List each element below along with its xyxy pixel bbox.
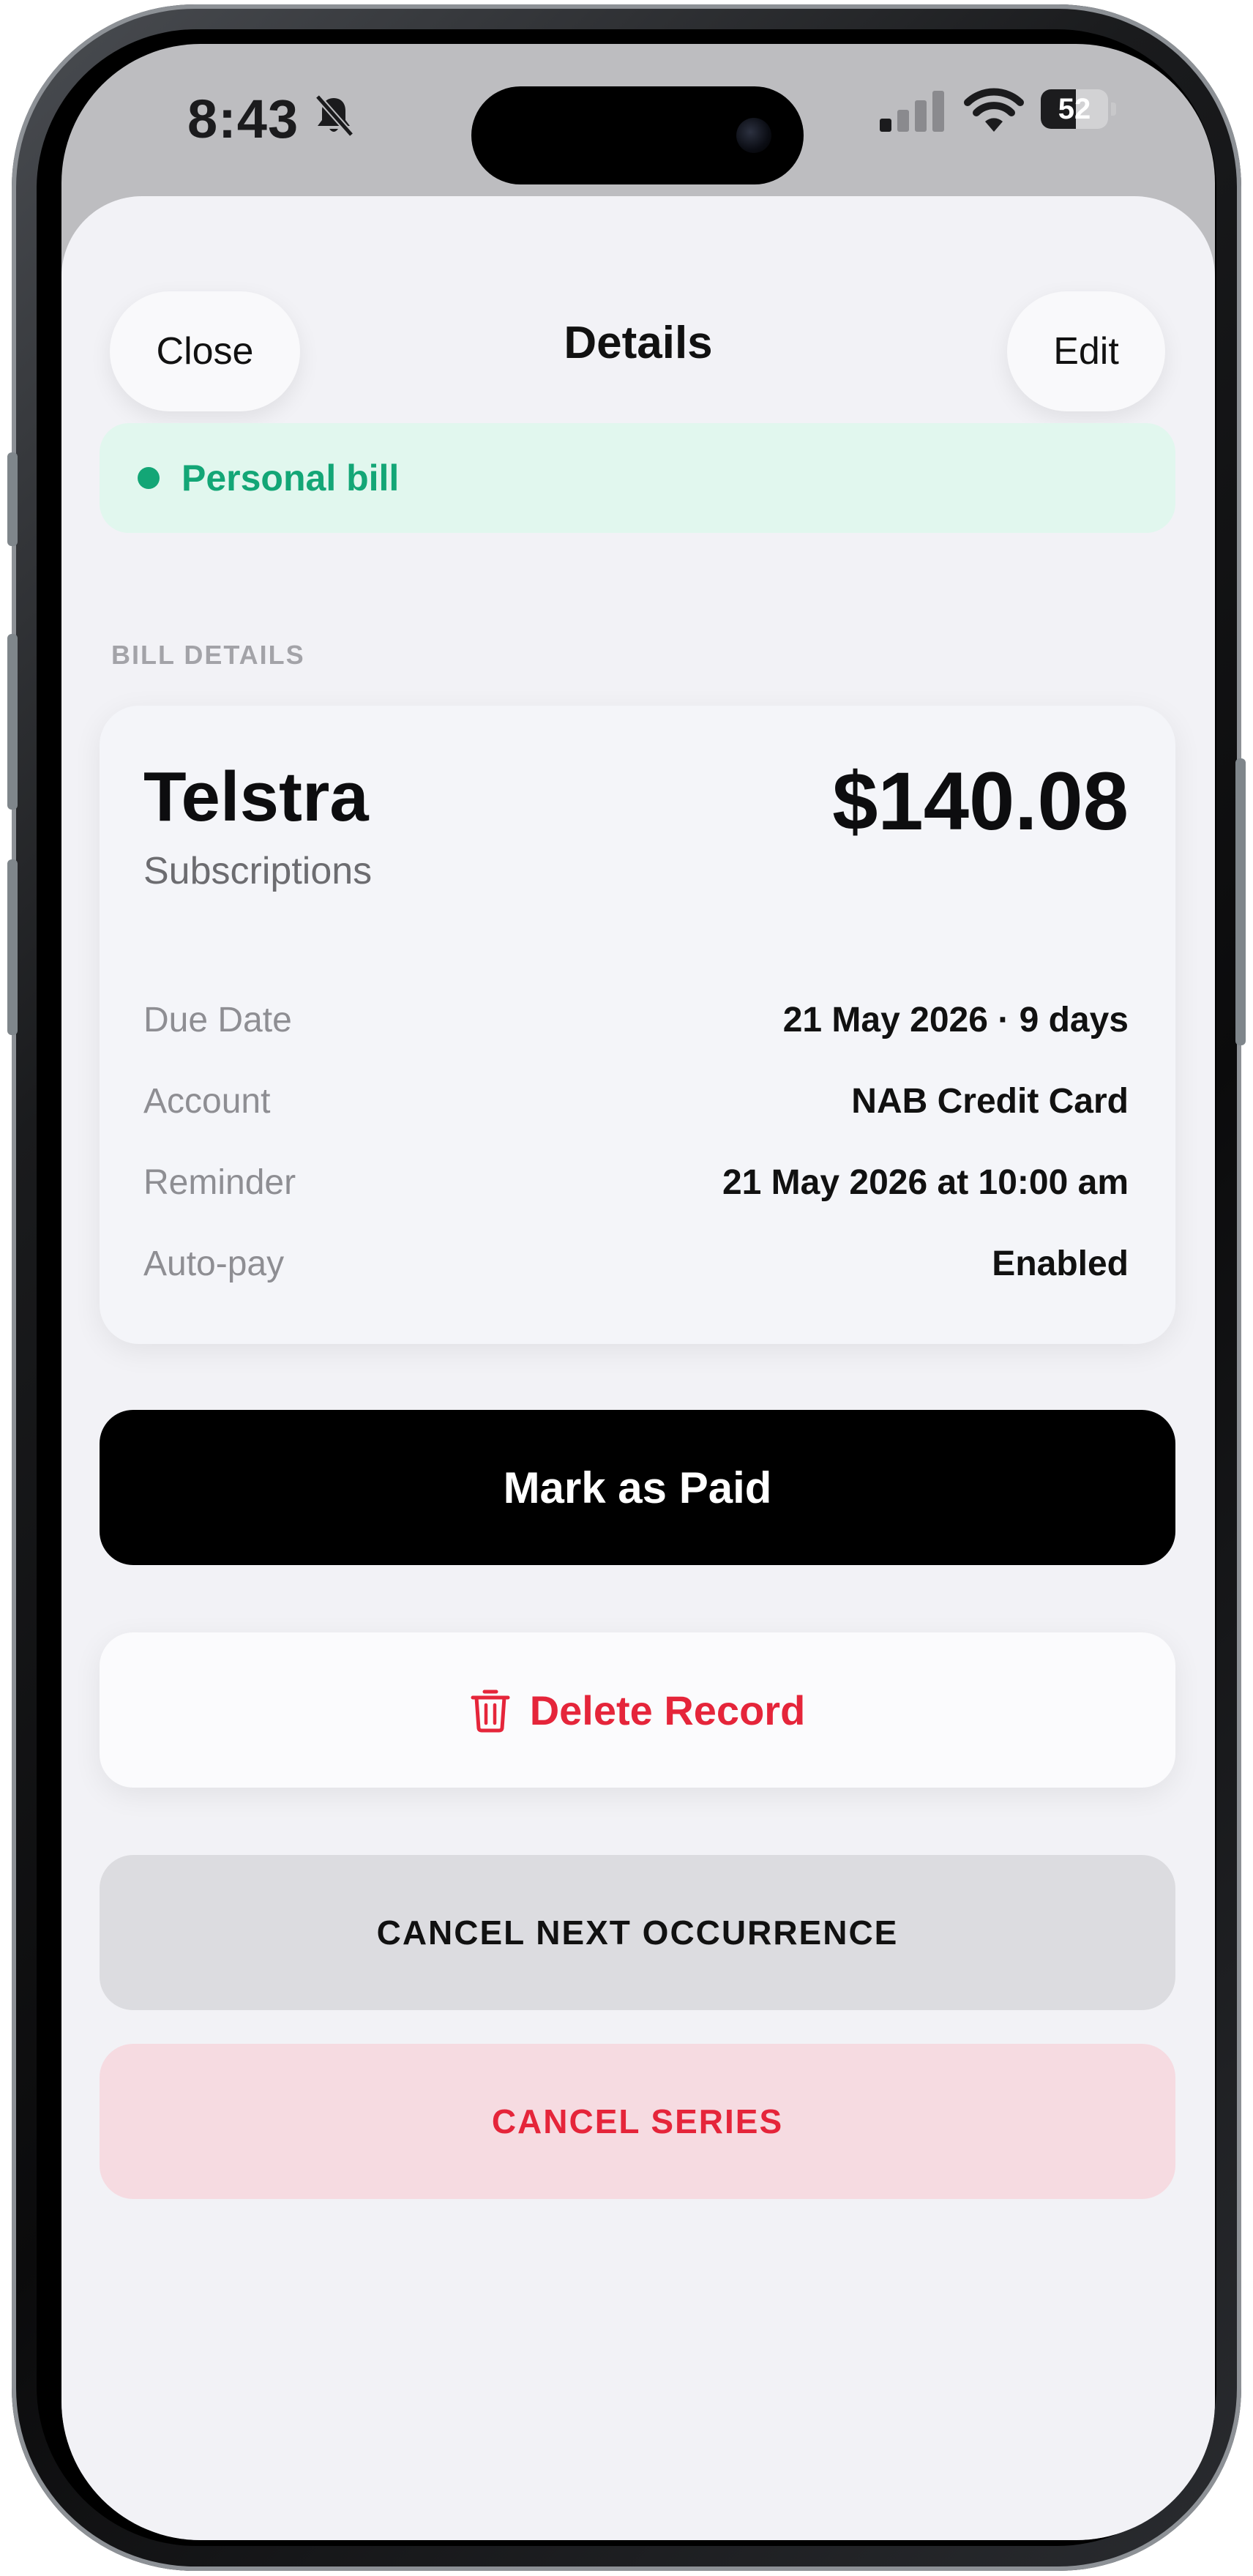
detail-row-auto-pay: Auto-pay Enabled xyxy=(143,1238,1129,1289)
details-sheet: Close Details Edit Personal bill BILL DE… xyxy=(61,196,1215,2540)
cancel-next-occurrence-label: CANCEL NEXT OCCURRENCE xyxy=(376,1914,899,1952)
dynamic-island xyxy=(471,86,804,184)
cancel-next-occurrence-button[interactable]: CANCEL NEXT OCCURRENCE xyxy=(100,1855,1175,2010)
action-button xyxy=(7,452,18,546)
cancel-series-button[interactable]: CANCEL SERIES xyxy=(100,2044,1175,2199)
delete-record-label: Delete Record xyxy=(529,1687,806,1733)
mark-as-paid-button[interactable]: Mark as Paid xyxy=(100,1410,1175,1565)
battery-level: 52 xyxy=(1058,93,1091,125)
screen: 8:43 52 Close Details Edit Personal bill… xyxy=(61,44,1215,2540)
battery-icon: 52 xyxy=(1041,89,1117,129)
detail-key: Due Date xyxy=(143,1000,292,1039)
volume-down-button xyxy=(7,859,18,1035)
detail-value: NAB Credit Card xyxy=(851,1081,1129,1121)
trash-icon xyxy=(471,1690,510,1733)
bill-details-card: Telstra Subscriptions $140.08 Due Date 2… xyxy=(100,706,1175,1344)
detail-value: 21 May 2026 at 10:00 am xyxy=(722,1162,1129,1202)
detail-row-account: Account NAB Credit Card xyxy=(143,1075,1129,1127)
status-dot-icon xyxy=(138,467,160,489)
status-time: 8:43 xyxy=(187,89,299,149)
bill-type-badge: Personal bill xyxy=(100,423,1175,533)
detail-row-reminder: Reminder 21 May 2026 at 10:00 am xyxy=(143,1157,1129,1208)
cancel-series-label: CANCEL SERIES xyxy=(491,2102,784,2140)
edit-button[interactable]: Edit xyxy=(1007,291,1165,411)
delete-record-button[interactable]: Delete Record xyxy=(100,1632,1175,1788)
wifi-icon xyxy=(964,88,1024,132)
detail-key: Reminder xyxy=(143,1162,296,1202)
detail-value: 21 May 2026 · 9 days xyxy=(782,1000,1129,1039)
detail-row-due-date: Due Date 21 May 2026 · 9 days xyxy=(143,994,1129,1045)
detail-value: Enabled xyxy=(992,1244,1129,1283)
signal-icon xyxy=(880,91,944,132)
power-button xyxy=(1235,758,1246,1045)
bill-type-label: Personal bill xyxy=(182,458,400,499)
section-header: BILL DETAILS xyxy=(111,640,305,670)
detail-key: Auto-pay xyxy=(143,1244,285,1283)
detail-key: Account xyxy=(143,1081,271,1121)
bill-amount: $140.08 xyxy=(832,755,1129,847)
bill-category: Subscriptions xyxy=(143,850,373,892)
phone-frame: 8:43 52 Close Details Edit Personal bill… xyxy=(7,4,1246,2571)
mark-as-paid-label: Mark as Paid xyxy=(503,1463,772,1512)
payee-name: Telstra xyxy=(143,758,369,836)
camera-icon xyxy=(736,118,771,153)
bell-slash-icon xyxy=(315,94,354,137)
volume-up-button xyxy=(7,634,18,810)
